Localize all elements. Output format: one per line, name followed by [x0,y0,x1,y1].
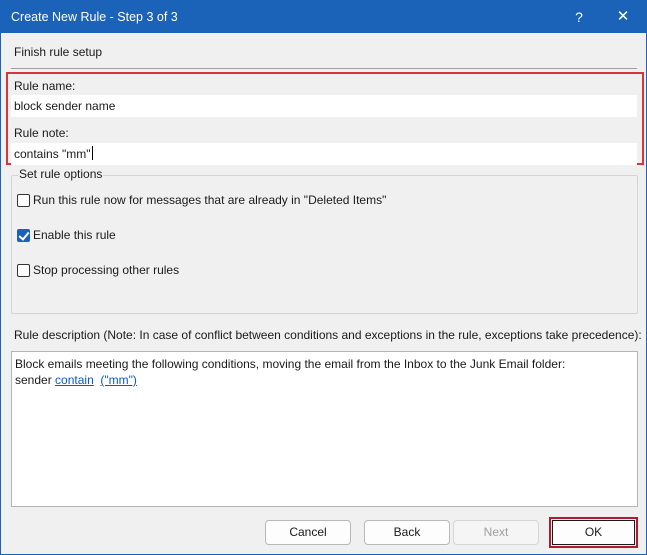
create-rule-dialog: Create New Rule - Step 3 of 3 ? ✕ Finish… [0,0,647,555]
rule-note-input[interactable]: contains "mm" [11,143,637,165]
help-icon[interactable]: ? [567,7,591,27]
description-line-1: Block emails meeting the following condi… [15,357,566,371]
enable-rule-checkbox[interactable] [17,228,30,242]
text-caret [91,146,93,160]
value-link[interactable]: ("mm") [100,373,137,387]
enable-rule-label: Enable this rule [33,228,116,242]
description-line-2: sender contain ("mm") [15,372,634,388]
rule-note-label: Rule note: [14,126,69,140]
section-divider [11,68,637,69]
next-button: Next [453,520,539,545]
back-button[interactable]: Back [364,520,450,545]
run-now-checkbox[interactable] [17,193,30,207]
rule-description-box: Block emails meeting the following condi… [11,351,638,507]
option-run-now[interactable]: Run this rule now for messages that are … [17,192,386,208]
rule-name-label: Rule name: [14,79,76,93]
window-title: Create New Rule - Step 3 of 3 [11,10,178,24]
ok-button[interactable]: OK [552,520,635,545]
rule-description-label: Rule description (Note: In case of confl… [14,328,642,342]
title-bar: Create New Rule - Step 3 of 3 ? ✕ [1,1,646,33]
condition-link[interactable]: contain [55,373,94,387]
section-title: Finish rule setup [14,45,103,59]
rule-name-value: block sender name [14,99,116,113]
stop-processing-checkbox[interactable] [17,263,30,277]
option-stop-processing[interactable]: Stop processing other rules [17,262,179,278]
description-sender: sender [15,373,52,387]
close-icon[interactable]: ✕ [611,7,635,27]
rule-name-input[interactable]: block sender name [11,95,637,117]
option-enable-rule[interactable]: Enable this rule [17,227,116,243]
rule-note-value: contains "mm" [14,147,91,161]
stop-processing-label: Stop processing other rules [33,263,180,277]
rule-options-legend: Set rule options [18,167,104,181]
cancel-button[interactable]: Cancel [265,520,351,545]
run-now-label: Run this rule now for messages that are … [33,193,387,207]
